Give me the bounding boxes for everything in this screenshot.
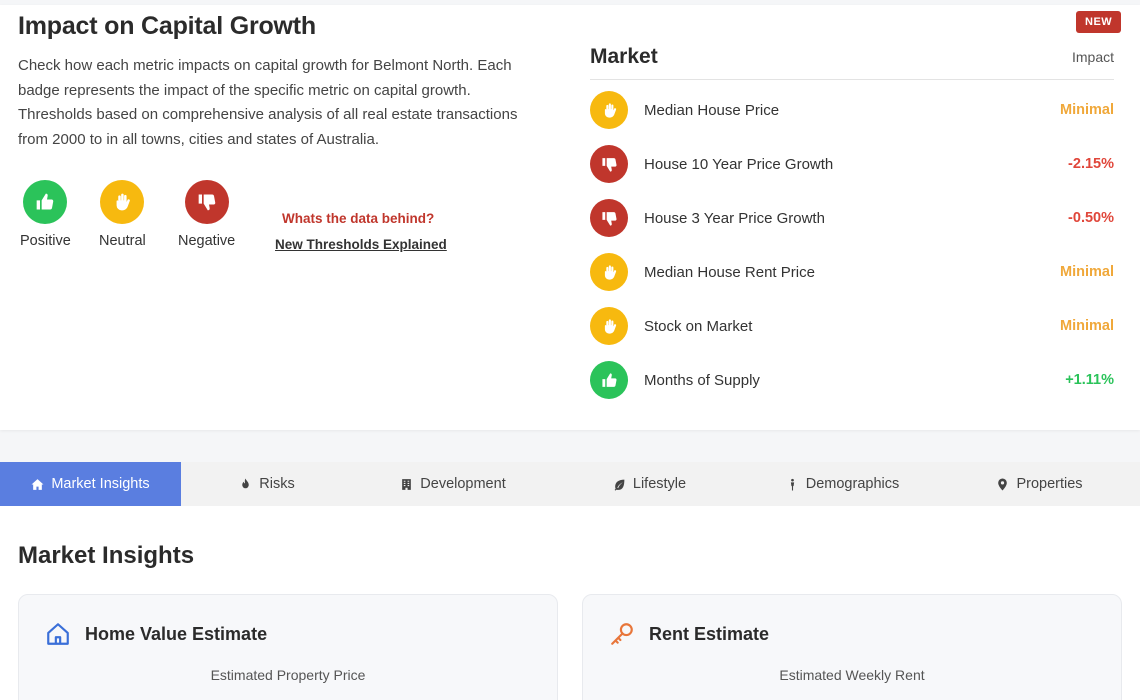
legend-neutral: Neutral — [99, 180, 146, 249]
legend-positive: Positive — [20, 180, 71, 249]
tab-properties[interactable]: Properties — [939, 462, 1140, 506]
house-outline-icon — [47, 623, 69, 645]
person-icon — [790, 478, 794, 490]
market-title: Market — [590, 45, 658, 68]
tab-risks[interactable]: Risks — [181, 462, 353, 506]
thumbs-down-icon — [590, 145, 628, 183]
tab-lifestyle[interactable]: Lifestyle — [553, 462, 746, 506]
metric-row: Months of Supply +1.11% — [590, 361, 1114, 399]
rent-estimate-card: Rent Estimate Estimated Weekly Rent — [582, 594, 1122, 700]
section-title: Market Insights — [18, 542, 195, 569]
rent-estimate-subtitle: Estimated Weekly Rent — [779, 667, 925, 683]
metric-value: Minimal — [1060, 102, 1114, 118]
hand-icon — [590, 307, 628, 345]
impact-card: Impact on Capital Growth Check how each … — [0, 5, 1140, 430]
market-insights-section: Market Insights Home Value Estimate Esti… — [0, 506, 1140, 700]
metric-label: Median House Rent Price — [644, 263, 815, 281]
impact-title: Impact on Capital Growth — [18, 12, 316, 40]
impact-description: Check how each metric impacts on capital… — [18, 57, 518, 148]
legend-negative-label: Negative — [178, 233, 236, 249]
hand-icon — [590, 253, 628, 291]
metric-label: House 3 Year Price Growth — [644, 209, 825, 227]
legend-positive-label: Positive — [20, 233, 71, 249]
tab-label: Properties — [1016, 476, 1083, 492]
data-behind-label: Whats the data behind? — [282, 211, 435, 226]
key-icon — [611, 623, 633, 645]
metric-value: Minimal — [1060, 264, 1114, 280]
tab-label: Risks — [259, 476, 295, 492]
tab-development[interactable]: Development — [353, 462, 553, 506]
hand-icon — [100, 180, 145, 224]
rent-estimate-title: Rent Estimate — [649, 623, 770, 644]
fire-icon — [242, 478, 250, 488]
metric-row: Median House Price Minimal — [590, 91, 1114, 129]
legend-neutral-label: Neutral — [99, 233, 146, 249]
metric-label: Months of Supply — [644, 371, 760, 389]
map-pin-icon — [998, 478, 1008, 490]
metric-value: -2.15% — [1068, 156, 1114, 172]
tab-label: Demographics — [805, 476, 900, 492]
section-tabs: Market Insights Risks Development Lifest… — [0, 462, 1140, 506]
legend-negative: Negative — [178, 180, 235, 249]
metric-value: +1.11% — [1065, 372, 1114, 388]
building-icon — [402, 478, 412, 490]
tab-label: Development — [420, 476, 506, 492]
home-value-subtitle: Estimated Property Price — [210, 667, 366, 683]
metric-label: Stock on Market — [644, 317, 753, 335]
home-value-card: Home Value Estimate Estimated Property P… — [18, 594, 558, 700]
thumbs-down-icon — [590, 199, 628, 237]
new-badge: NEW — [1076, 11, 1122, 33]
leaf-icon — [614, 479, 625, 491]
home-icon — [31, 478, 44, 490]
metric-row: House 3 Year Price Growth -0.50% — [590, 199, 1114, 237]
metric-label: House 10 Year Price Growth — [644, 155, 834, 173]
thumbs-up-icon — [590, 361, 628, 399]
impact-column-label: Impact — [1071, 49, 1114, 65]
tab-label: Lifestyle — [632, 476, 687, 492]
metric-row: House 10 Year Price Growth -2.15% — [590, 145, 1114, 183]
thumbs-up-icon — [23, 180, 68, 224]
metric-label: Median House Price — [644, 101, 780, 119]
tab-market-insights[interactable]: Market Insights — [0, 462, 181, 506]
thresholds-explained-link[interactable]: New Thresholds Explained — [275, 237, 447, 252]
tab-label: Market Insights — [51, 476, 150, 492]
thumbs-down-icon — [184, 180, 229, 224]
metric-value: Minimal — [1060, 318, 1114, 334]
metric-row: Median House Rent Price Minimal — [590, 253, 1114, 291]
home-value-title: Home Value Estimate — [85, 623, 268, 644]
tab-demographics[interactable]: Demographics — [746, 462, 939, 506]
hand-icon — [590, 91, 628, 129]
metric-row: Stock on Market Minimal — [590, 307, 1114, 345]
metric-value: -0.50% — [1068, 210, 1114, 226]
market-header: Market Impact — [590, 45, 1114, 80]
